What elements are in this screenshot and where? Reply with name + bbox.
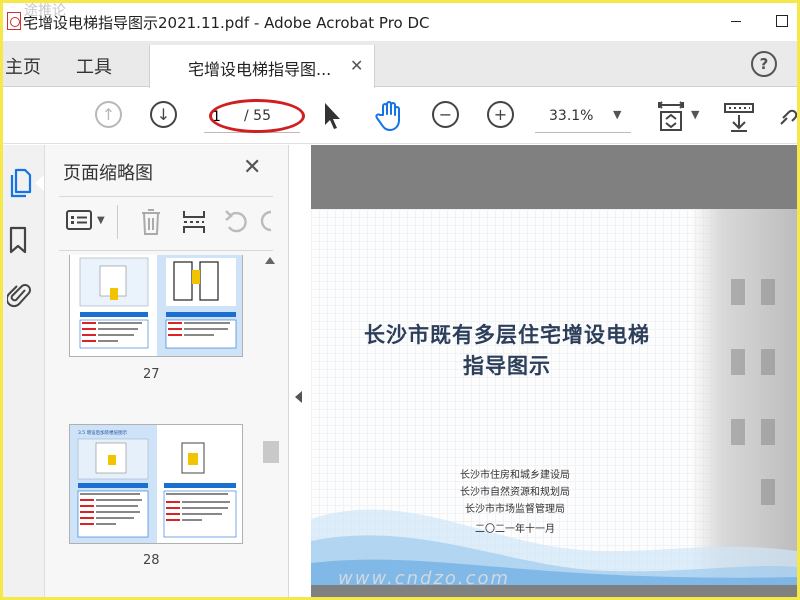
- close-tab-icon[interactable]: ✕: [350, 56, 363, 75]
- hand-tool-icon[interactable]: [373, 99, 407, 133]
- thumbnail-heading: 3.5 增设后加装楼层图示: [78, 429, 128, 436]
- active-panel-pointer: [35, 175, 44, 191]
- previous-page-icon[interactable]: ↑: [95, 101, 122, 128]
- thumbnail-image: [70, 255, 242, 356]
- next-page-icon[interactable]: ↓: [150, 101, 177, 128]
- document-tab[interactable]: 宅增设电梯指导图... ✕: [149, 45, 375, 88]
- help-icon[interactable]: ?: [751, 51, 777, 77]
- document-tab-label: 宅增设电梯指导图...: [188, 60, 332, 79]
- building-window: [731, 419, 745, 445]
- zoom-out-icon[interactable]: −: [432, 101, 459, 128]
- thumbnail-image: 3.5 增设后加装楼层图示: [70, 425, 242, 543]
- zoom-in-icon[interactable]: +: [487, 101, 514, 128]
- select-cursor-icon[interactable]: [321, 101, 343, 131]
- issuer-line: 长沙市市场监督管理局: [465, 504, 565, 515]
- site-watermark: www.cndzo.com: [338, 568, 511, 589]
- pdf-page: 长沙市既有多层住宅增设电梯 指导图示 长沙市住房和城乡建设局 长沙市自然资源和规…: [311, 209, 797, 585]
- issue-date: 二〇二一年十一月: [475, 524, 555, 535]
- document-view[interactable]: 长沙市既有多层住宅增设电梯 指导图示 长沙市住房和城乡建设局 长沙市自然资源和规…: [311, 145, 797, 597]
- zoom-value: 33.1%: [549, 108, 594, 124]
- thumbnail-page-27[interactable]: [69, 255, 243, 357]
- tab-bar: 主页 工具 宅增设电梯指导图... ✕ ?: [3, 41, 797, 88]
- toolbar-separator: [117, 205, 118, 239]
- extract-pages-icon[interactable]: [181, 207, 207, 237]
- maximize-button[interactable]: [759, 3, 797, 39]
- page-thumbnails-icon[interactable]: [7, 167, 33, 199]
- building-window: [761, 349, 775, 375]
- trash-icon[interactable]: [139, 207, 163, 237]
- close-icon[interactable]: ✕: [243, 155, 261, 180]
- building-window: [761, 279, 775, 305]
- zoom-level-dropdown[interactable]: 33.1% ▼: [535, 101, 631, 133]
- acrobat-window: 宅增设电梯指导图示2021.11.pdf - Adobe Acrobat Pro…: [3, 3, 797, 597]
- rotate-clockwise-icon[interactable]: [260, 207, 272, 235]
- collapse-panel-icon[interactable]: [295, 391, 302, 403]
- scroll-mode-icon[interactable]: [723, 101, 755, 133]
- title-bar: 宅增设电梯指导图示2021.11.pdf - Adobe Acrobat Pro…: [3, 3, 797, 41]
- thumbnail-page-number: 27: [143, 367, 160, 382]
- site-watermark: 途推论: [24, 3, 66, 19]
- issuer-line: 长沙市自然资源和规划局: [460, 487, 570, 498]
- acrobat-app-icon: [7, 12, 21, 30]
- issuer-line: 长沙市住房和城乡建设局: [460, 470, 570, 481]
- bookmark-icon[interactable]: [7, 225, 29, 255]
- divider: [59, 196, 273, 197]
- building-window: [731, 279, 745, 305]
- navigation-rail: [3, 145, 45, 597]
- page-box-underline: [204, 132, 300, 133]
- issuing-authorities: 长沙市住房和城乡建设局 长沙市自然资源和规划局 长沙市市场监督管理局: [455, 467, 575, 518]
- building-window: [761, 419, 775, 445]
- scroll-up-arrow-icon[interactable]: [265, 257, 275, 264]
- rotate-counterclockwise-icon[interactable]: [223, 207, 251, 237]
- thumbnail-page-number: 28: [143, 553, 160, 568]
- tab-tools[interactable]: 工具: [76, 53, 112, 79]
- page-number-input[interactable]: [212, 107, 238, 127]
- chevron-down-icon[interactable]: ▼: [97, 215, 105, 226]
- thumbnail-list: 27 3.5 增设后加装楼层图示 28: [45, 255, 261, 597]
- link-icon[interactable]: [779, 104, 797, 128]
- options-list-icon[interactable]: [65, 209, 93, 231]
- attachment-icon[interactable]: [7, 280, 31, 310]
- zoom-box-underline: [535, 132, 631, 133]
- page-number-box: / 55: [204, 101, 300, 133]
- thumbnail-scrollbar[interactable]: [263, 257, 279, 597]
- document-title-line-1: 长沙市既有多层住宅增设电梯: [364, 322, 650, 347]
- scrollbar-thumb[interactable]: [263, 441, 279, 463]
- page-total: / 55: [244, 108, 271, 124]
- building-window: [731, 349, 745, 375]
- main-toolbar: ↑ ↓ / 55 − + 33.1% ▼ ▼: [3, 88, 797, 144]
- thumbnail-page-28[interactable]: 3.5 增设后加装楼层图示: [69, 424, 243, 544]
- divider: [59, 250, 273, 251]
- minimize-button[interactable]: [713, 3, 759, 39]
- chevron-down-icon[interactable]: ▼: [691, 108, 699, 121]
- chevron-down-icon: ▼: [613, 108, 622, 121]
- document-title-line-2: 指导图示: [463, 353, 551, 378]
- panel-title: 页面缩略图: [63, 163, 153, 184]
- fit-page-icon[interactable]: [656, 99, 686, 133]
- tab-home[interactable]: 主页: [5, 53, 41, 79]
- window-title: 宅增设电梯指导图示2021.11.pdf - Adobe Acrobat Pro…: [23, 14, 430, 32]
- page-thumbnails-panel: 页面缩略图 ✕ ▼ 27 3.5 增设后加装楼层图示 28: [45, 145, 289, 597]
